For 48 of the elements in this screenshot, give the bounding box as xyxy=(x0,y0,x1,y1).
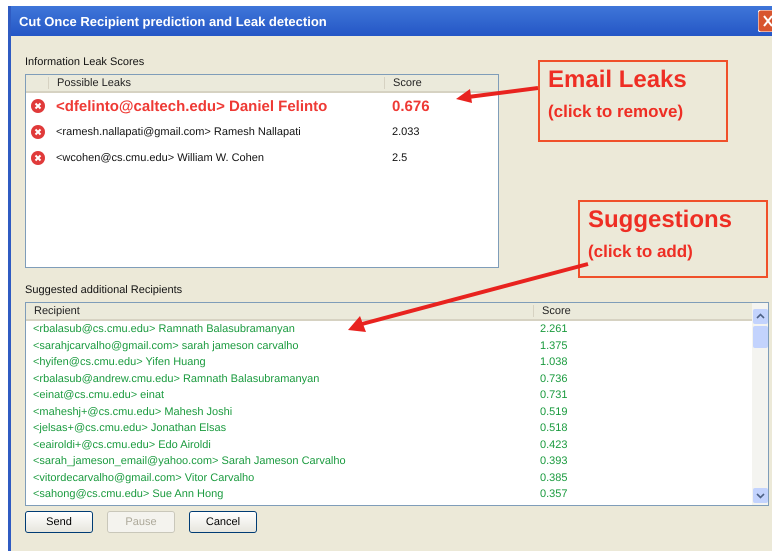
table-cell-text: 0.731 xyxy=(539,389,569,402)
table-cell[interactable]: <sahong@cs.cmu.edu> Sue Ann Hong xyxy=(26,488,533,500)
callout-text: (click to add) xyxy=(588,242,694,262)
dialog-button[interactable]: Send xyxy=(25,511,93,533)
column-header: Score xyxy=(384,77,498,89)
remove-icon[interactable] xyxy=(31,125,45,139)
table-cell[interactable]: <sarahjcarvalho@gmail.com> sarah jameson carvalho xyxy=(26,340,533,352)
scroll-thumb[interactable] xyxy=(752,326,768,348)
table-cell[interactable]: <maheshj+@cs.cmu.edu> Mahesh Joshi xyxy=(26,406,533,418)
section-label: Suggested additional Recipients xyxy=(25,284,184,296)
table-cell-text: 2.5 xyxy=(391,152,408,164)
table-cell-text: 0.393 xyxy=(539,455,569,468)
column-header: Recipient xyxy=(33,305,81,317)
table-cell[interactable]: <einat@cs.cmu.edu> einat xyxy=(26,389,533,402)
scrollbar[interactable] xyxy=(752,303,768,505)
table-cell[interactable]: <jelsas+@cs.cmu.edu> Jonathan Elsas xyxy=(26,422,533,434)
table-cell-text: 0.518 xyxy=(539,422,569,434)
table-cell[interactable]: <wcohen@cs.cmu.edu> William W. Cohen xyxy=(48,152,384,164)
table-cell-text: 0.357 xyxy=(539,488,569,500)
scroll-up-icon[interactable] xyxy=(752,309,768,324)
close-icon[interactable] xyxy=(758,10,772,32)
table-cell-text: 1.038 xyxy=(539,356,569,368)
section-label: Information Leak Scores xyxy=(25,56,146,68)
callout-title: Email Leaks xyxy=(548,66,688,94)
callout-text: (click to remove) xyxy=(548,102,684,122)
table-cell-text: 0.423 xyxy=(539,438,569,451)
table-cell[interactable]: <eairoldi+@cs.cmu.edu> Edo Airoldi xyxy=(26,438,533,451)
callout-title: Suggestions xyxy=(588,206,734,234)
remove-icon[interactable] xyxy=(31,99,45,113)
table-cell[interactable]: <hyifen@cs.cmu.edu> Yifen Huang xyxy=(26,356,533,368)
table-cell-text: 0.736 xyxy=(539,372,569,385)
table-cell[interactable]: <ramesh.nallapati@gmail.com> Ramesh Nallapati xyxy=(48,126,384,138)
table-cell[interactable]: <dfelinto@caltech.edu> Daniel Felinto xyxy=(48,98,384,114)
table-cell-text: 0.676 xyxy=(391,98,431,114)
table-cell-text: 2.261 xyxy=(539,323,569,336)
table-cell[interactable]: <rbalasub@cs.cmu.edu> Ramnath Balasubramanyan xyxy=(26,323,533,336)
remove-icon[interactable] xyxy=(31,151,45,165)
window-title: Cut Once Recipient prediction and Leak detection xyxy=(19,14,328,28)
scroll-down-icon[interactable] xyxy=(752,488,768,503)
table-cell[interactable]: <rbalasub@andrew.cmu.edu> Ramnath Balasubramanyan xyxy=(26,372,533,385)
table-cell-text: 2.033 xyxy=(391,126,421,138)
dialog-button[interactable]: Cancel xyxy=(189,511,257,533)
table-cell-text: 1.375 xyxy=(539,340,569,352)
column-header: Possible Leaks xyxy=(48,77,384,89)
table-cell[interactable]: <sarah_jameson_email@yahoo.com> Sarah Jameson Carvalho xyxy=(26,455,533,468)
table-cell-text: 0.519 xyxy=(539,406,569,418)
table-cell[interactable]: <vitordecarvalho@gmail.com> Vitor Carvalho xyxy=(26,472,533,484)
table-cell-text: 0.385 xyxy=(539,472,569,484)
